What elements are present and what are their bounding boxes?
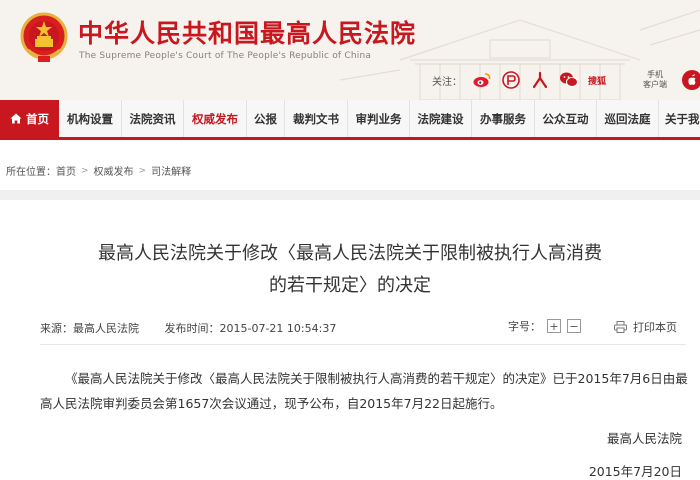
section-divider [0,190,700,200]
nav-circuit-court[interactable]: 巡回法庭 [597,100,659,137]
nav-services[interactable]: 办事服务 [472,100,535,137]
main-nav: 首页 机构设置 法院资讯 权威发布 公报 裁判文书 审判业务 法院建设 办事服务… [0,100,700,140]
breadcrumb: 所在位置： 首页 > 权威发布 > 司法解释 [6,163,191,179]
font-decrease-button[interactable]: − [567,319,581,333]
chevron-right-icon: > [138,165,147,176]
breadcrumb-authoritative-release[interactable]: 权威发布 [94,163,134,178]
mobile-label-line1: 手机 [647,70,663,79]
nav-judgments[interactable]: 裁判文书 [285,100,348,137]
article-publish-time: 发布时间：2015-07-21 10:54:37 [164,322,337,335]
nav-home-label: 首页 [26,111,49,126]
nav-court-news[interactable]: 法院资讯 [122,100,184,137]
national-emblem-icon [20,12,68,62]
site-header: 中华人民共和国最高人民法院 The Supreme People's Court… [0,0,700,100]
mobile-client-link[interactable]: 手机 客户端 [643,70,667,90]
nav-court-building[interactable]: 法院建设 [410,100,472,137]
social-follow-bar: 关注： 搜狐 [432,70,636,90]
site-title[interactable]: 中华人民共和国最高人民法院 [78,14,416,50]
font-increase-button[interactable]: + [547,319,561,333]
renren-icon[interactable] [530,70,550,90]
article-title: 最高人民法院关于修改〈最高人民法院关于限制被执行人高消费 的若干规定〉的决定 [60,238,640,302]
nav-gazette[interactable]: 公报 [247,100,285,137]
sohu-link[interactable]: 搜狐 [588,74,606,87]
people-daily-icon[interactable] [501,70,521,90]
weibo-icon[interactable] [472,70,492,90]
home-icon [10,113,22,124]
article-paragraph: 《最高人民法院关于修改〈最高人民法院关于限制被执行人高消费的若干规定〉的决定》已… [40,371,688,411]
breadcrumb-judicial-interpretation[interactable]: 司法解释 [151,163,191,178]
article-title-line1: 最高人民法院关于修改〈最高人民法院关于限制被执行人高消费 [98,243,602,264]
site-subtitle: The Supreme People's Court of The People… [79,51,372,61]
nav-trial-business[interactable]: 审判业务 [348,100,410,137]
article-title-line2: 的若干规定〉的决定 [269,275,431,296]
breadcrumb-prefix: 所在位置： [6,167,56,178]
article-signer: 最高人民法院 [606,431,682,446]
font-size-label: 字号： [508,320,541,333]
article-meta: 来源：最高人民法院 发布时间：2015-07-21 10:54:37 [40,320,336,336]
apple-icon[interactable] [681,69,700,91]
nav-institutions[interactable]: 机构设置 [59,100,122,137]
printer-icon [614,321,627,333]
mobile-label-line2: 客户端 [643,80,667,89]
print-page-button[interactable]: 打印本页 [614,319,677,335]
nav-public-interaction[interactable]: 公众互动 [535,100,597,137]
article-date: 2015年7月20日 [588,464,682,479]
nav-authoritative-release[interactable]: 权威发布 [184,100,247,137]
breadcrumb-home[interactable]: 首页 [56,163,76,178]
article-source: 来源：最高人民法院 [40,322,139,335]
wechat-icon[interactable] [559,70,579,90]
chevron-right-icon: > [81,165,89,176]
follow-label: 关注： [432,76,462,88]
print-page-label: 打印本页 [633,321,677,334]
nav-about[interactable]: 关于我 [659,100,700,137]
font-size-control: 字号： + − [508,318,581,334]
meta-divider [40,344,686,345]
nav-home[interactable]: 首页 [0,100,59,137]
